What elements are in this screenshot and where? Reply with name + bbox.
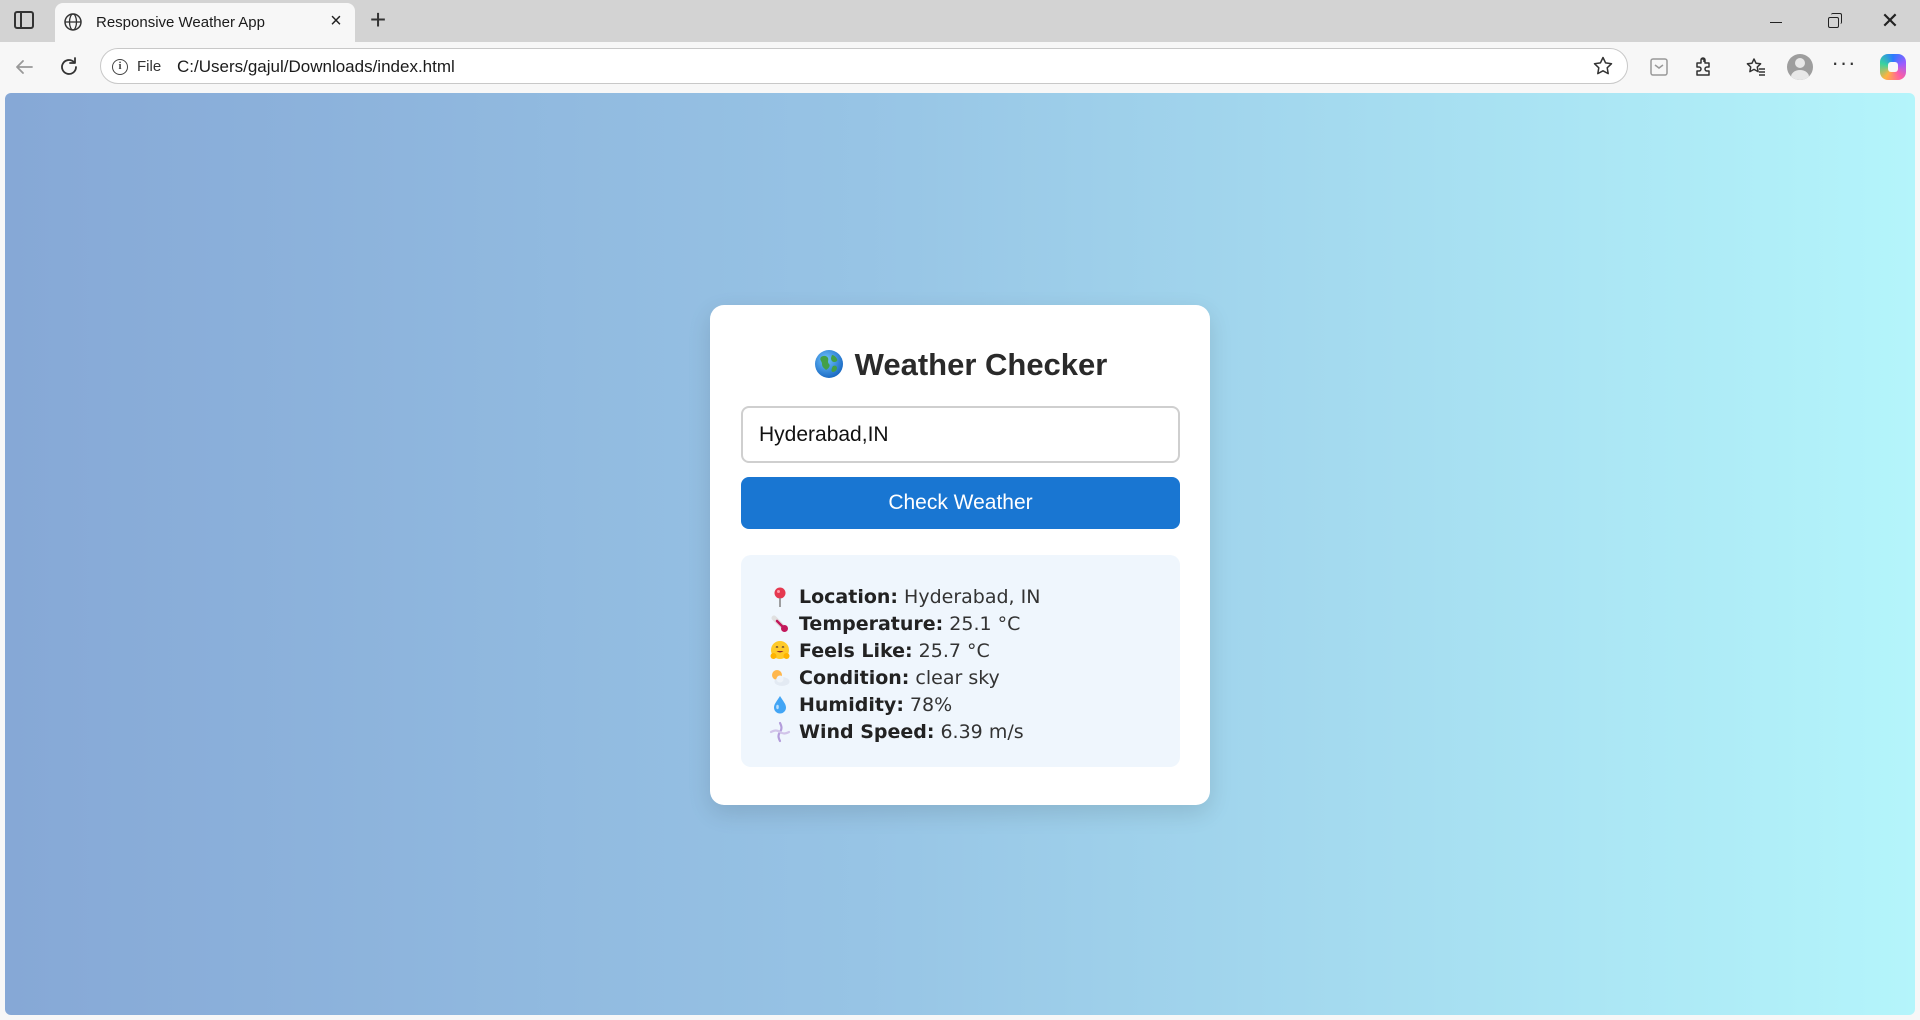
- weather-result: Location: Hyderabad, IN Temperature: 25.…: [741, 555, 1180, 767]
- globe-emoji-icon: [814, 350, 843, 378]
- window-close-icon[interactable]: ✕: [1870, 8, 1910, 34]
- favorite-star-icon[interactable]: [1591, 54, 1615, 78]
- temperature-value: 25.1 °C: [949, 612, 1021, 635]
- temperature-row: Temperature: 25.1 °C: [769, 610, 1152, 637]
- condition-row: Condition: clear sky: [769, 664, 1152, 691]
- location-row: Location: Hyderabad, IN: [769, 583, 1152, 610]
- check-weather-button[interactable]: Check Weather: [741, 477, 1180, 529]
- info-icon[interactable]: i: [112, 59, 128, 75]
- page-viewport: Weather Checker Check Weather Location: …: [5, 93, 1915, 1015]
- copilot-icon[interactable]: [1880, 54, 1906, 80]
- file-label: File: [137, 58, 162, 75]
- globe-icon: [64, 13, 82, 31]
- weather-card: Weather Checker Check Weather Location: …: [710, 305, 1210, 805]
- address-bar[interactable]: i File C:/Users/gajul/Downloads/index.ht…: [100, 48, 1628, 84]
- wind-speed-row: Wind Speed: 6.39 m/s: [769, 718, 1152, 745]
- hug-face-icon: [770, 640, 790, 659]
- condition-label: Condition:: [799, 666, 910, 689]
- location-label: Location:: [799, 585, 899, 608]
- temperature-label: Temperature:: [799, 612, 944, 635]
- tab-title: Responsive Weather App: [96, 14, 265, 31]
- profile-avatar[interactable]: [1787, 54, 1813, 80]
- sun-cloud-icon: [772, 669, 790, 686]
- wind-speed-value: 6.39 m/s: [940, 720, 1024, 743]
- restore-icon[interactable]: [1813, 8, 1853, 34]
- minimize-icon[interactable]: [1756, 8, 1796, 34]
- reading-view-icon[interactable]: [1647, 55, 1671, 79]
- location-value: Hyderabad, IN: [904, 585, 1041, 608]
- droplet-icon: [774, 695, 786, 713]
- extensions-icon[interactable]: [1692, 55, 1716, 79]
- more-options-icon[interactable]: ···: [1831, 52, 1857, 80]
- url-text[interactable]: C:/Users/gajul/Downloads/index.html: [177, 57, 455, 77]
- wind-speed-label: Wind Speed:: [799, 720, 935, 743]
- page-title: Weather Checker: [710, 347, 1210, 383]
- browser-toolbar: i File C:/Users/gajul/Downloads/index.ht…: [0, 42, 1920, 92]
- thermometer-icon: [771, 615, 788, 632]
- feels-like-value: 25.7 °C: [918, 639, 990, 662]
- new-tab-icon[interactable]: +: [364, 5, 392, 35]
- favorites-icon[interactable]: [1744, 55, 1768, 79]
- feels-like-label: Feels Like:: [799, 639, 913, 662]
- sidebar-toggle-icon[interactable]: [14, 11, 34, 29]
- wind-icon: [769, 721, 791, 742]
- pin-icon: [774, 587, 786, 607]
- condition-value: clear sky: [915, 666, 1000, 689]
- feels-like-row: Feels Like: 25.7 °C: [769, 637, 1152, 664]
- tab-bar: Responsive Weather App × + ✕: [0, 0, 1920, 42]
- close-tab-icon[interactable]: ×: [326, 11, 346, 31]
- reload-icon[interactable]: [57, 55, 81, 79]
- humidity-value: 78%: [909, 693, 953, 716]
- humidity-row: Humidity: 78%: [769, 691, 1152, 718]
- title-text: Weather Checker: [854, 347, 1108, 382]
- humidity-label: Humidity:: [799, 693, 904, 716]
- browser-tab[interactable]: Responsive Weather App ×: [55, 3, 355, 42]
- back-arrow-icon[interactable]: [12, 55, 36, 79]
- city-input[interactable]: [741, 406, 1180, 463]
